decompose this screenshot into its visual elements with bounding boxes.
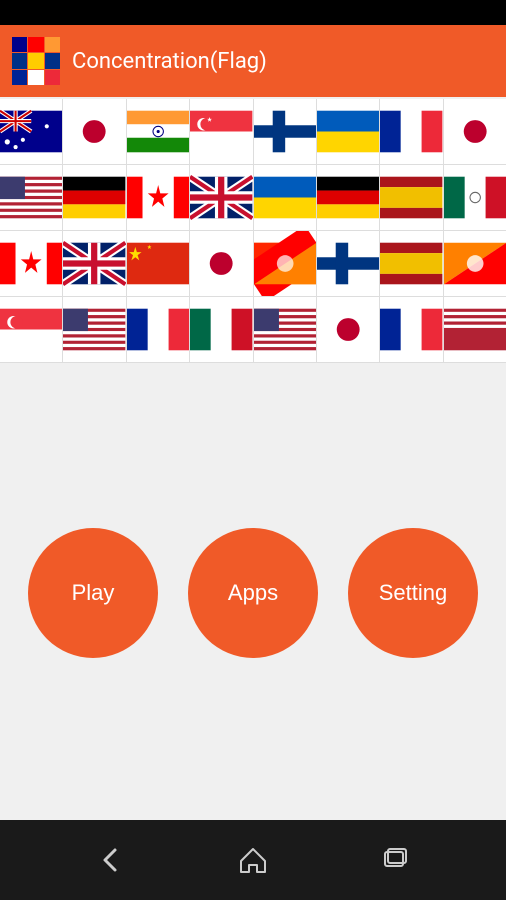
- empty-area: [0, 365, 506, 468]
- flag-japan-1[interactable]: [63, 99, 126, 164]
- flag-france-2[interactable]: [127, 297, 190, 362]
- flag-bhutan-2[interactable]: [444, 231, 506, 296]
- flag-singapore-2[interactable]: [0, 297, 63, 362]
- home-button[interactable]: [228, 835, 278, 885]
- flag-germany-1[interactable]: [63, 165, 126, 230]
- flag-usa-3[interactable]: [254, 297, 317, 362]
- flag-row-4: [0, 297, 506, 363]
- flag-mexico-1[interactable]: [444, 165, 506, 230]
- buttons-area: Play Apps Setting: [0, 468, 506, 718]
- flag-uk-2[interactable]: [63, 231, 126, 296]
- flag-france-1[interactable]: [380, 99, 443, 164]
- app-bar: Concentration(Flag): [0, 25, 506, 97]
- flag-australia-1[interactable]: [0, 99, 63, 164]
- flag-row-2: [0, 165, 506, 231]
- flag-japan-2[interactable]: [444, 99, 506, 164]
- flag-uk-1[interactable]: [190, 165, 253, 230]
- flag-spain-2[interactable]: [380, 231, 443, 296]
- flag-grid: [0, 97, 506, 365]
- back-button[interactable]: [86, 835, 136, 885]
- flag-finland-1[interactable]: [254, 99, 317, 164]
- flag-finland-2[interactable]: [317, 231, 380, 296]
- flag-france-3[interactable]: [380, 297, 443, 362]
- setting-button[interactable]: Setting: [348, 528, 478, 658]
- recents-button[interactable]: [370, 835, 420, 885]
- flag-india-1[interactable]: [127, 99, 190, 164]
- flag-bhutan-1[interactable]: [254, 231, 317, 296]
- play-button[interactable]: Play: [28, 528, 158, 658]
- flag-singapore-1[interactable]: [190, 99, 253, 164]
- flag-ukraine-2[interactable]: [254, 165, 317, 230]
- flag-ukraine-1[interactable]: [317, 99, 380, 164]
- flag-row-3: [0, 231, 506, 297]
- flag-mexico-2[interactable]: [190, 297, 253, 362]
- empty-area-2: [0, 718, 506, 821]
- flag-canada-2[interactable]: [0, 231, 63, 296]
- flag-usa-1[interactable]: [0, 165, 63, 230]
- flag-partial-1[interactable]: [444, 297, 506, 362]
- flag-japan-4[interactable]: [317, 297, 380, 362]
- apps-button[interactable]: Apps: [188, 528, 318, 658]
- app-title: Concentration(Flag): [72, 49, 267, 74]
- flag-usa-2[interactable]: [63, 297, 126, 362]
- flag-japan-3[interactable]: [190, 231, 253, 296]
- flag-row-1: [0, 99, 506, 165]
- app-icon: [12, 37, 60, 85]
- flag-germany-2[interactable]: [317, 165, 380, 230]
- flag-china-1[interactable]: [127, 231, 190, 296]
- status-bar: [0, 0, 506, 25]
- flag-canada-1[interactable]: [127, 165, 190, 230]
- flag-spain-1[interactable]: [380, 165, 443, 230]
- nav-bar: [0, 820, 506, 900]
